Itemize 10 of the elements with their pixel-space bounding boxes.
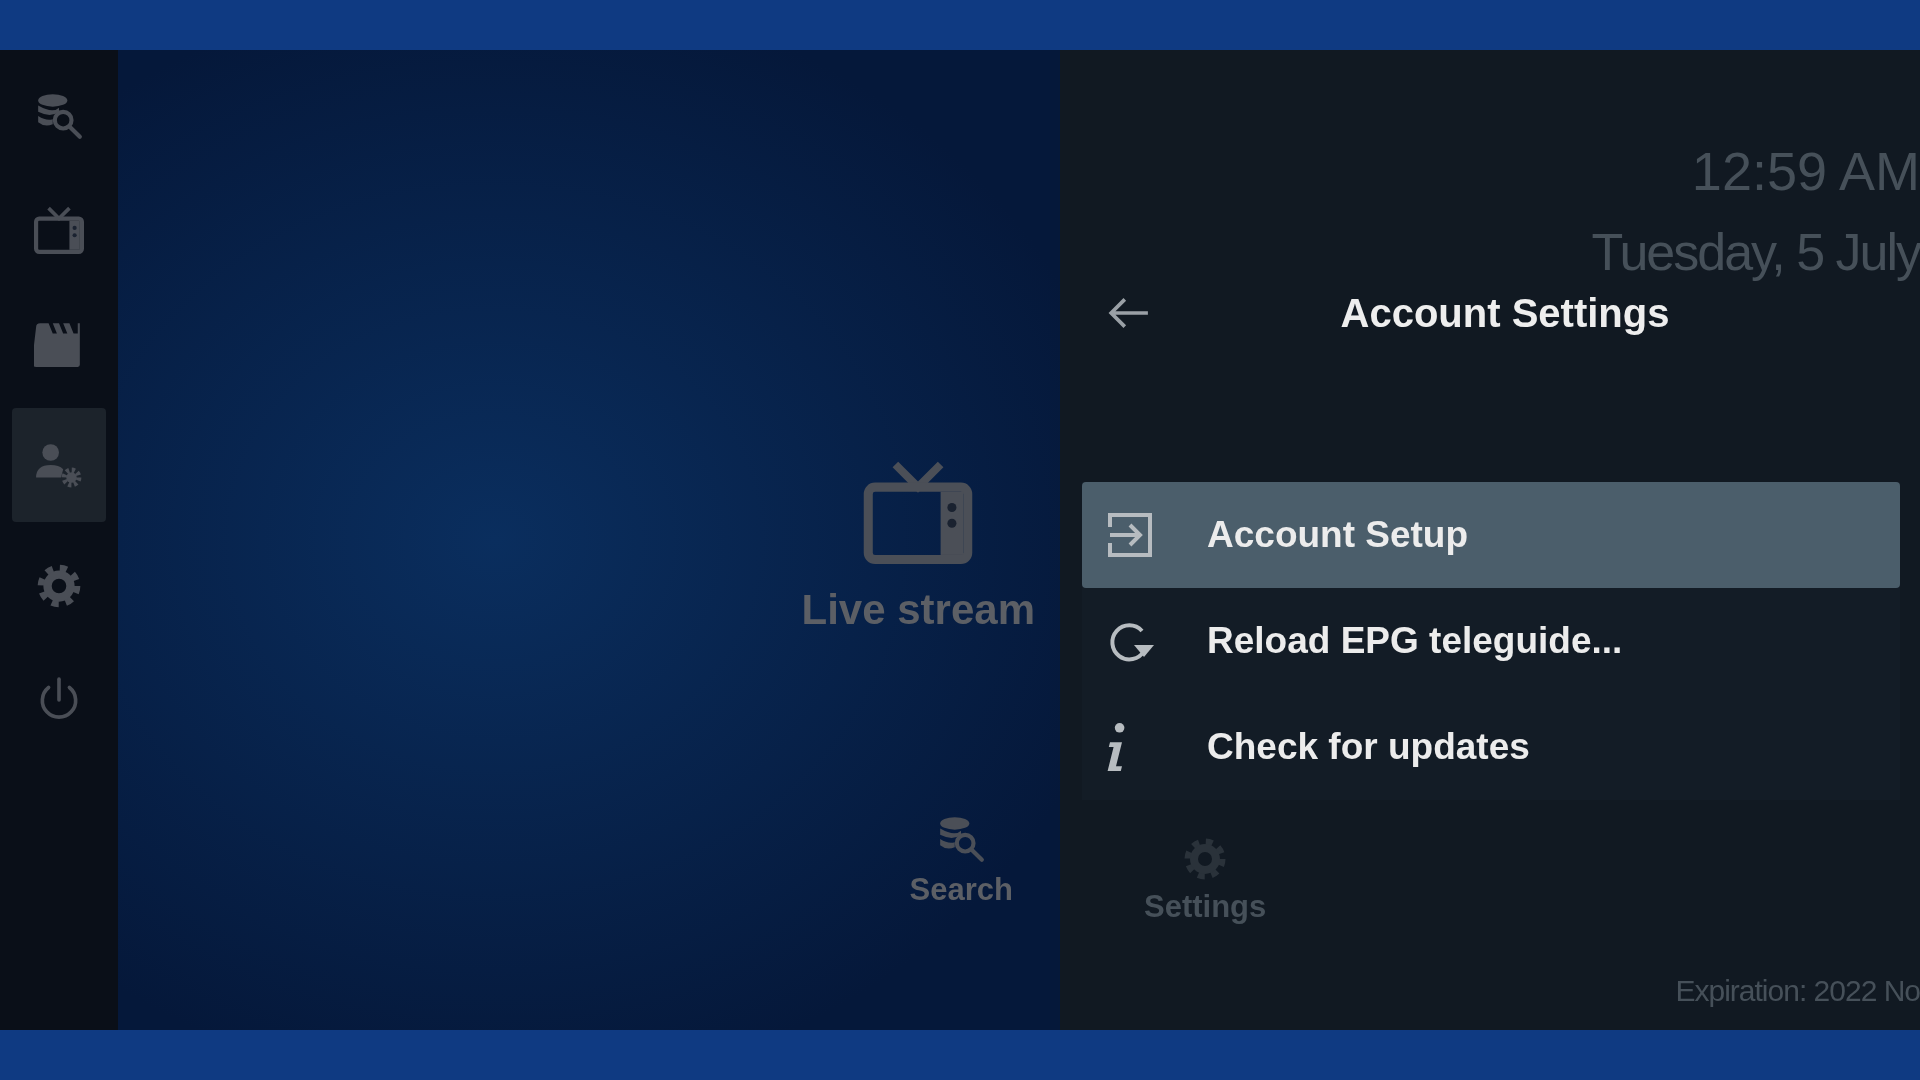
menu-item[interactable]: Reload EPG teleguide...	[1082, 588, 1900, 694]
sidebar-button[interactable]	[12, 408, 106, 522]
login-icon	[1106, 511, 1154, 559]
info-icon	[1106, 723, 1126, 771]
menu-item[interactable]: Account Setup	[1082, 482, 1900, 588]
tv-icon	[862, 460, 975, 564]
menu-item[interactable]: Check for updates	[1082, 694, 1900, 800]
panel-title: Account Settings	[1340, 290, 1670, 336]
back-button[interactable]	[1108, 296, 1150, 330]
tv-icon	[34, 205, 84, 255]
